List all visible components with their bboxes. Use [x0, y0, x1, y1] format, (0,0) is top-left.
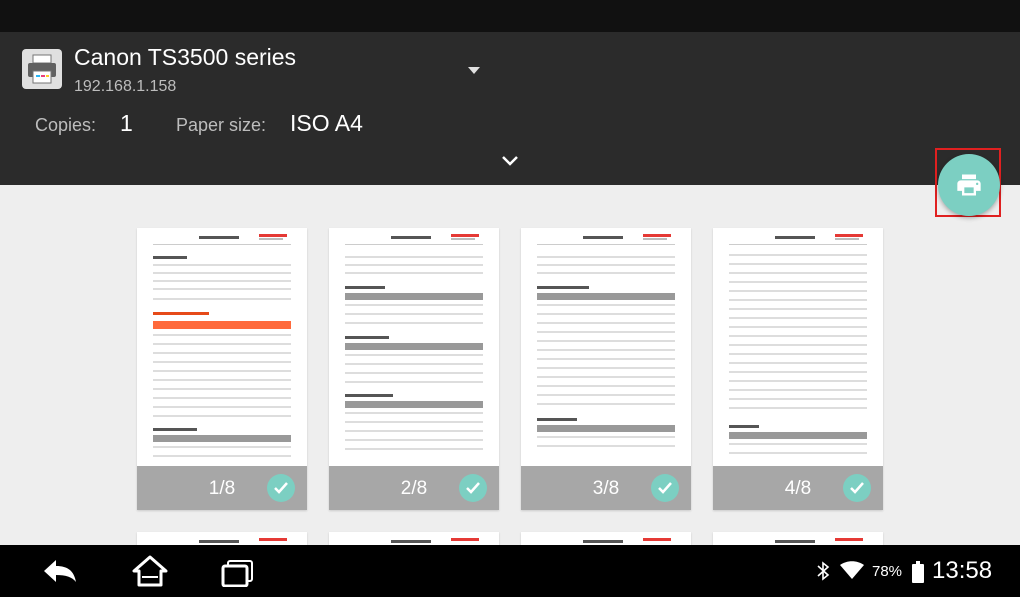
check-icon[interactable]	[651, 474, 679, 502]
check-icon[interactable]	[267, 474, 295, 502]
clock: 13:58	[932, 557, 993, 584]
print-button[interactable]	[938, 154, 1000, 216]
page-preview	[713, 228, 883, 466]
page-footer: 1/8	[137, 466, 307, 510]
paper-size-value[interactable]: ISO A4	[290, 110, 363, 137]
system-navigation-bar: 78% 13:58	[0, 545, 1020, 597]
page-footer: 4/8	[713, 466, 883, 510]
home-icon[interactable]	[132, 555, 168, 592]
page-thumbnail-3[interactable]: 3/8	[521, 228, 691, 510]
check-icon[interactable]	[459, 474, 487, 502]
page-thumbnail-2[interactable]: 2/8	[329, 228, 499, 510]
recent-apps-icon[interactable]	[220, 559, 256, 592]
back-icon[interactable]	[42, 558, 78, 589]
battery-percentage: 78%	[872, 563, 903, 580]
page-preview	[521, 228, 691, 466]
printer-name[interactable]: Canon TS3500 series	[74, 44, 296, 71]
chevron-down-icon[interactable]	[464, 64, 484, 76]
bluetooth-icon	[816, 561, 830, 586]
page-thumbnail-1[interactable]: 1/8	[137, 228, 307, 510]
paper-size-label: Paper size:	[176, 115, 267, 135]
page-footer: 3/8	[521, 466, 691, 510]
printer-ip: 192.168.1.158	[74, 78, 177, 95]
page-preview	[137, 228, 307, 466]
page-footer: 2/8	[329, 466, 499, 510]
printer-icon	[20, 47, 64, 91]
page-preview	[329, 228, 499, 466]
expand-settings-chevron-icon[interactable]	[500, 154, 520, 168]
page-thumbnail-4[interactable]: 4/8	[713, 228, 883, 510]
copies-value[interactable]: 1	[120, 110, 133, 137]
wifi-icon	[840, 561, 864, 584]
print-icon	[957, 174, 981, 196]
check-icon[interactable]	[843, 474, 871, 502]
top-status-strip	[0, 0, 1020, 32]
copies-label: Copies:	[35, 115, 97, 135]
battery-icon	[912, 561, 924, 588]
